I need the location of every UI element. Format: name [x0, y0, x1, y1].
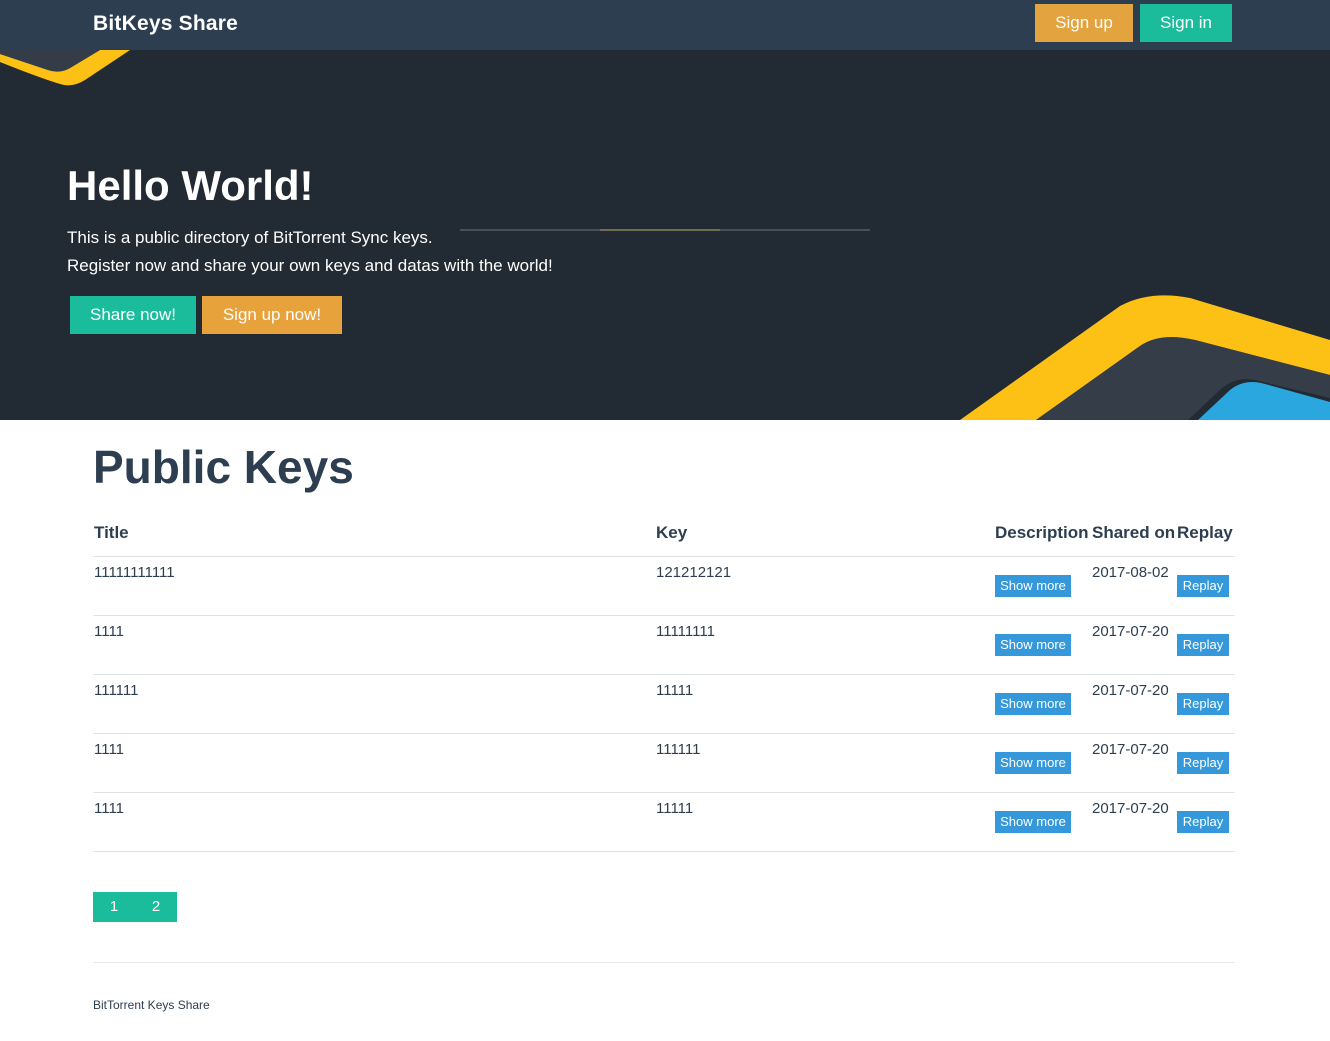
hero-banner: Hello World! This is a public directory … — [0, 50, 1330, 420]
column-header-shared-on: Shared on — [1092, 523, 1176, 542]
row-key: 121212121 — [656, 564, 732, 581]
column-header-replay: Replay — [1177, 523, 1233, 542]
replay-button[interactable]: Replay — [1177, 693, 1229, 715]
row-title: 1111 — [94, 623, 125, 640]
replay-button[interactable]: Replay — [1177, 811, 1229, 833]
show-more-button[interactable]: Show more — [995, 575, 1071, 597]
column-header-description: Description — [995, 523, 1089, 542]
footer-divider — [93, 962, 1235, 963]
show-more-button[interactable]: Show more — [995, 634, 1071, 656]
hero-title: Hello World! — [67, 162, 314, 209]
page-link-2[interactable]: 2 — [135, 892, 177, 922]
row-key: 11111111 — [656, 623, 715, 640]
brand-logo[interactable]: BitKeys Share — [93, 12, 238, 36]
replay-button[interactable]: Replay — [1177, 752, 1229, 774]
show-more-button[interactable]: Show more — [995, 693, 1071, 715]
table-row: 1111 11111111 Show more 2017-07-20 Repla… — [0, 615, 1330, 674]
replay-button[interactable]: Replay — [1177, 634, 1229, 656]
hero-text-line-2: Register now and share your own keys and… — [67, 256, 553, 275]
table-row: 111111 11111 Show more 2017-07-20 Replay — [0, 674, 1330, 733]
row-title: 11111111111 — [94, 564, 175, 581]
page-link-1[interactable]: 1 — [93, 892, 135, 922]
hero-text-line-1: This is a public directory of BitTorrent… — [67, 228, 433, 247]
signup-button[interactable]: Sign up — [1035, 4, 1133, 42]
page-title: Public Keys — [93, 441, 354, 493]
row-shared-date: 2017-07-20 — [1092, 741, 1169, 758]
row-shared-date: 2017-07-20 — [1092, 800, 1169, 817]
table-row: 11111111111 121212121 Show more 2017-08-… — [0, 556, 1330, 615]
table-divider — [93, 851, 1235, 852]
replay-button[interactable]: Replay — [1177, 575, 1229, 597]
row-shared-date: 2017-08-02 — [1092, 564, 1169, 581]
column-header-key: Key — [656, 523, 688, 542]
row-shared-date: 2017-07-20 — [1092, 682, 1169, 699]
share-now-button[interactable]: Share now! — [70, 296, 196, 334]
table-row: 1111 11111 Show more 2017-07-20 Replay — [0, 792, 1330, 851]
signup-now-button[interactable]: Sign up now! — [202, 296, 342, 334]
show-more-button[interactable]: Show more — [995, 752, 1071, 774]
row-title: 1111 — [94, 800, 125, 817]
table-row: 1111 111111 Show more 2017-07-20 Replay — [0, 733, 1330, 792]
show-more-button[interactable]: Show more — [995, 811, 1071, 833]
row-shared-date: 2017-07-20 — [1092, 623, 1169, 640]
row-title: 111111 — [94, 682, 139, 699]
column-header-title: Title — [94, 523, 129, 542]
signin-button[interactable]: Sign in — [1140, 4, 1232, 42]
row-key: 11111 — [656, 800, 694, 817]
navbar: BitKeys Share Sign up Sign in — [0, 0, 1330, 50]
row-key: 111111 — [656, 741, 701, 758]
pagination: 1 2 — [93, 892, 177, 922]
row-title: 1111 — [94, 741, 125, 758]
row-key: 11111 — [656, 682, 694, 699]
footer-text: BitTorrent Keys Share — [93, 998, 210, 1012]
